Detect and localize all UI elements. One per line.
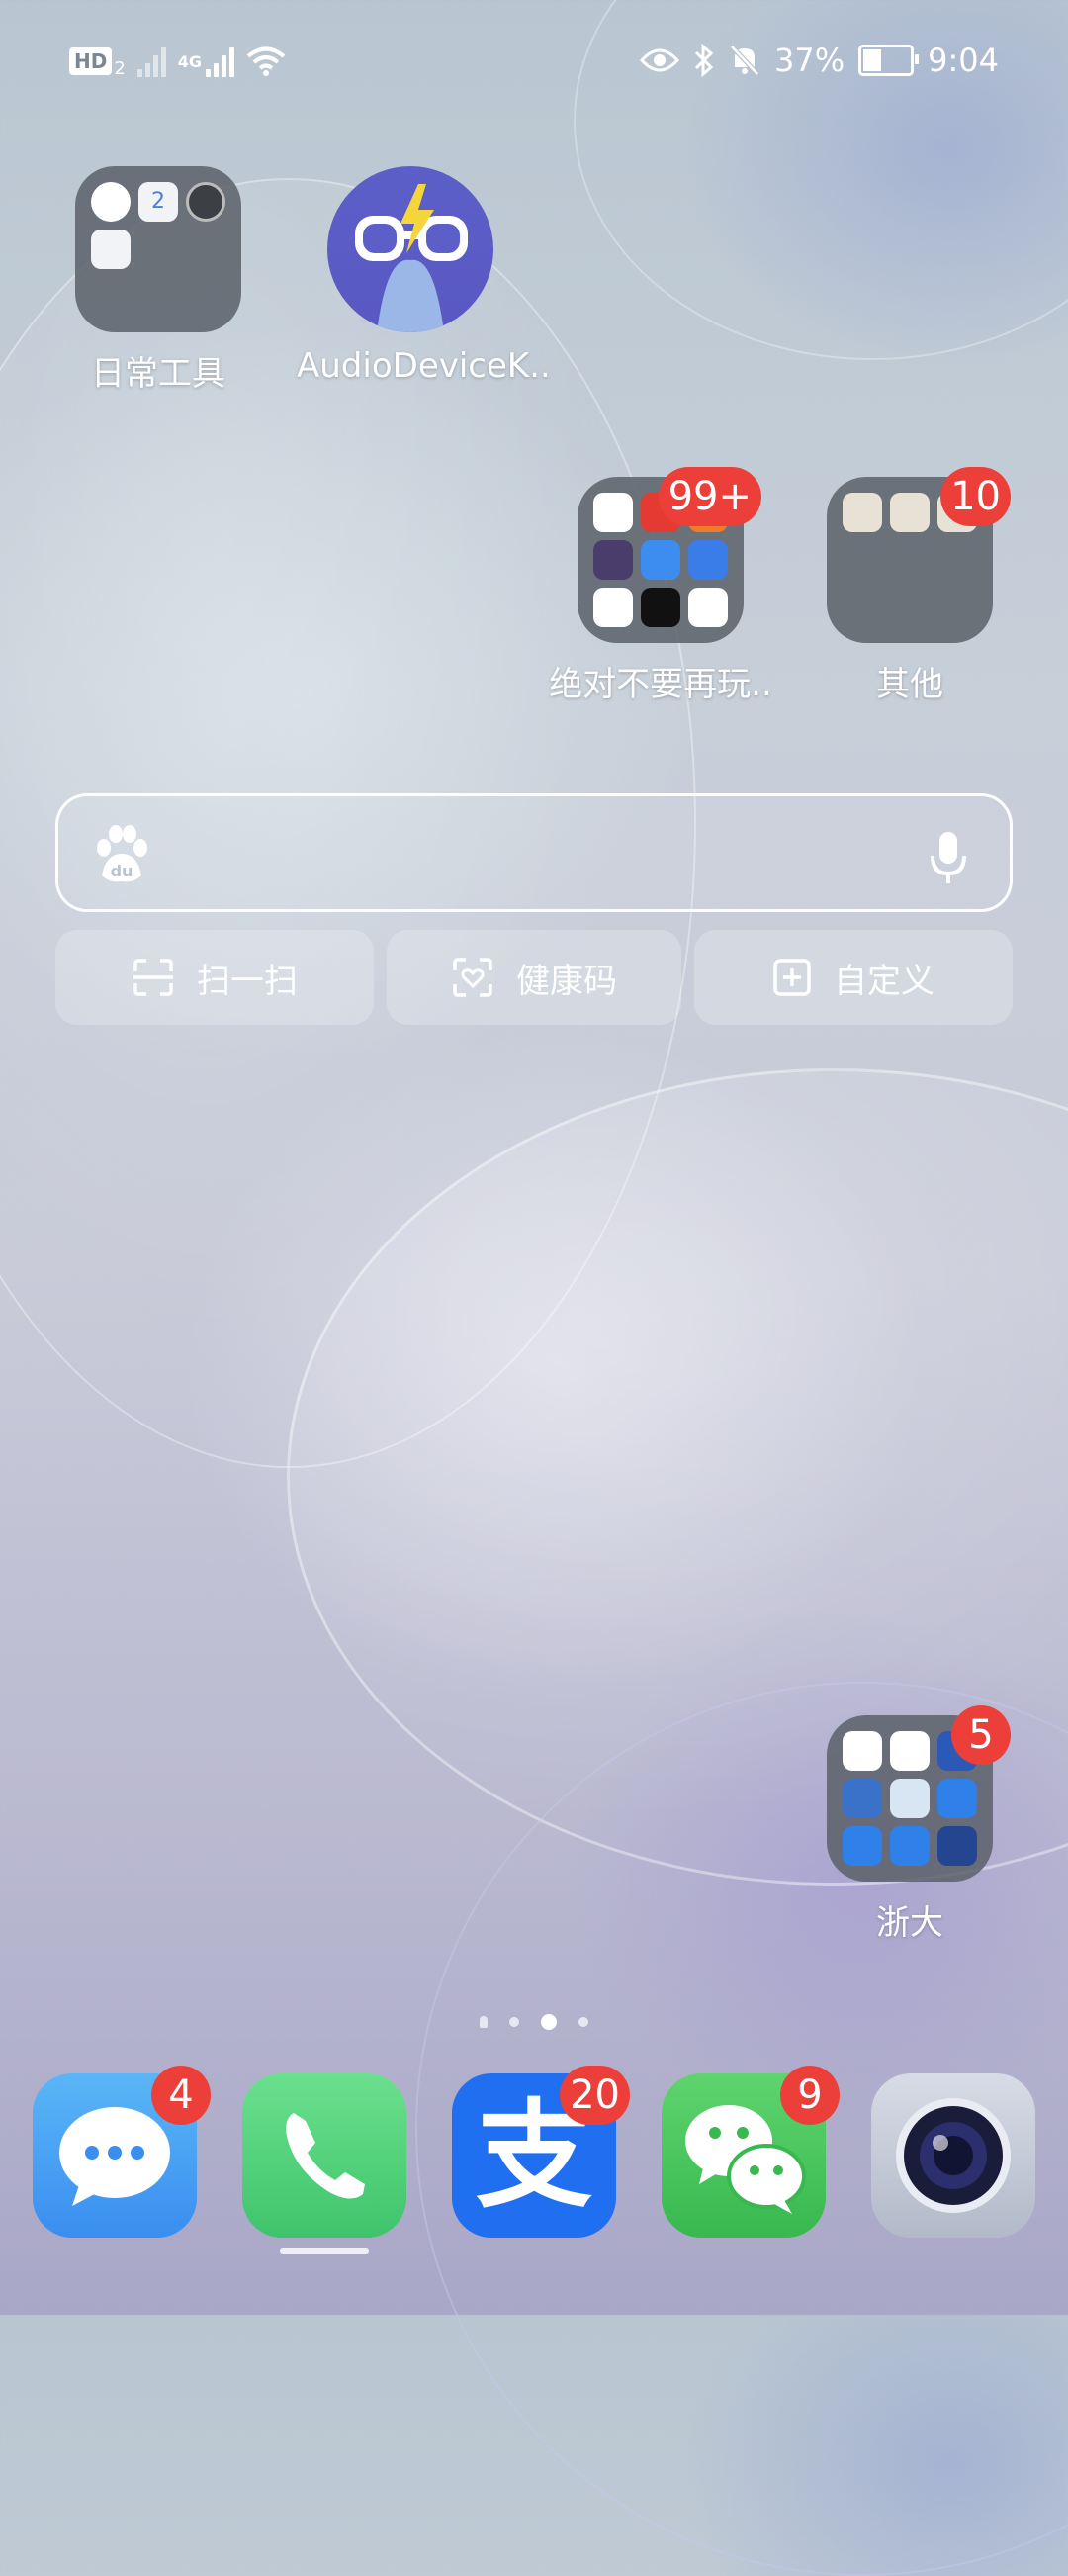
page-dot-4[interactable]	[578, 2017, 588, 2027]
folder-games[interactable]: 99+ 绝对不要再玩..	[542, 467, 779, 705]
app-audio-device[interactable]: AudioDeviceK..	[297, 166, 551, 386]
health-code-icon	[453, 958, 492, 997]
dock-camera[interactable]	[871, 2073, 1035, 2238]
quick-health-code-button[interactable]: 健康码	[387, 930, 681, 1025]
folder-other-badge: 10	[940, 467, 1011, 526]
shi-icon	[688, 540, 728, 580]
clock-app-icon	[91, 182, 131, 222]
status-right: 37% 9:04	[640, 36, 999, 85]
clock: 9:04	[928, 42, 999, 79]
other-app-1-icon	[843, 493, 882, 532]
m-app-icon	[890, 1779, 930, 1818]
calendar-app-icon: 2	[138, 182, 178, 222]
folder-other[interactable]: 10 其他	[811, 467, 1011, 705]
navigation-indicator[interactable]	[280, 2248, 369, 2254]
wifi-icon	[246, 46, 286, 76]
other-app-2-icon	[890, 493, 930, 532]
zju-card-icon	[843, 1779, 882, 1818]
zju-app-1-icon	[843, 1731, 882, 1771]
dock-alipay[interactable]: 支 20	[452, 2066, 630, 2238]
status-bar: HD 2 4G 37% 9:04	[0, 0, 1068, 119]
folder-daily-tools-icon: 2	[75, 166, 241, 332]
folder-other-icon: 10	[827, 467, 1011, 643]
microphone-icon[interactable]	[929, 830, 968, 885]
dock-phone[interactable]	[242, 2073, 406, 2238]
dock-alipay-badge: 20	[560, 2066, 630, 2125]
dock-messages-badge: 4	[151, 2066, 211, 2125]
folder-zju-icon: 5	[827, 1705, 1011, 1882]
app-audio-device-label: AudioDeviceK..	[297, 346, 551, 386]
quick-scan-label: 扫一扫	[197, 961, 298, 1001]
quick-customize-label: 自定义	[834, 961, 934, 1001]
mute-bell-icon	[730, 45, 759, 76]
svg-text:du: du	[111, 862, 134, 880]
calculator-app-icon	[91, 230, 131, 269]
folder-games-badge: 99+	[658, 467, 761, 526]
folder-games-icon: 99+	[578, 467, 761, 643]
folder-zju-label: 浙大	[876, 1903, 943, 1943]
bilibili-icon	[593, 588, 633, 627]
page-dot-2[interactable]	[509, 2017, 519, 2027]
folder-games-label: 绝对不要再玩..	[549, 665, 772, 704]
camera-icon	[896, 2098, 1011, 2213]
folder-zju[interactable]: 5 浙大	[811, 1705, 1011, 1944]
network-type: 4G	[177, 51, 203, 71]
battery-percent: 37%	[774, 42, 846, 79]
add-custom-icon	[773, 959, 811, 996]
page-dot-current[interactable]	[541, 2014, 557, 2030]
signal-icon-sim1	[136, 46, 166, 77]
kuaishou-icon	[593, 540, 633, 580]
pinwheel-app-icon	[890, 1731, 930, 1771]
hd-indicator: HD	[69, 47, 113, 75]
phone-icon	[286, 2113, 365, 2199]
qq-icon	[593, 493, 633, 532]
status-left: HD 2 4G	[69, 40, 286, 83]
battery-icon	[858, 45, 920, 76]
audio-device-app-icon	[327, 166, 493, 332]
campus-card-icon	[937, 1826, 977, 1866]
bluetooth-icon	[694, 44, 714, 77]
douyin-icon	[641, 588, 680, 627]
page-indicator[interactable]	[0, 2014, 1068, 2030]
quick-health-code-label: 健康码	[516, 961, 617, 1001]
dock-wechat[interactable]: 9	[662, 2066, 840, 2238]
tencent-video-icon	[688, 588, 728, 627]
page-dot-negative[interactable]	[480, 2016, 488, 2028]
dock-wechat-badge: 9	[780, 2066, 840, 2125]
folder-zju-badge: 5	[951, 1705, 1011, 1765]
dock-messages[interactable]: 4	[33, 2066, 211, 2238]
sim-badge: 2	[114, 57, 126, 79]
settings-app-icon	[186, 182, 225, 222]
robot-app-icon	[890, 1826, 930, 1866]
dingtalk-icon	[937, 1779, 977, 1818]
quick-customize-button[interactable]: 自定义	[694, 930, 1013, 1025]
baidu-paw-icon: du	[97, 825, 147, 882]
folder-daily-tools-label: 日常工具	[91, 354, 225, 394]
glasses-bolt-icon	[355, 184, 468, 332]
signal-icon-sim2	[206, 46, 235, 77]
quick-scan-button[interactable]: 扫一扫	[55, 930, 374, 1025]
tuhu-icon	[641, 540, 680, 580]
folder-other-label: 其他	[876, 665, 943, 704]
haluo-icon	[843, 1826, 882, 1866]
baidu-search-bar[interactable]: du	[55, 793, 1013, 912]
scan-icon	[134, 959, 173, 996]
folder-daily-tools[interactable]: 2 日常工具	[59, 166, 257, 395]
eye-comfort-icon	[640, 48, 680, 72]
